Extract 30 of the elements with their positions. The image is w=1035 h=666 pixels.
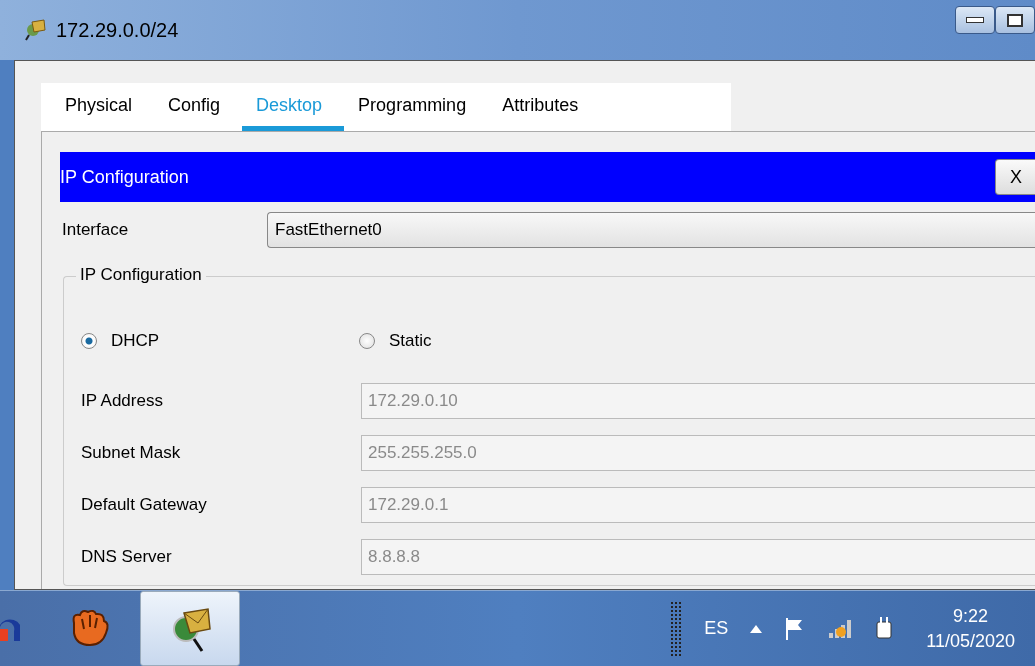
radio-icon[interactable] (359, 333, 375, 349)
group-title: IP Configuration (76, 265, 206, 285)
signal-icon[interactable] (828, 618, 853, 639)
close-button[interactable]: X (995, 159, 1035, 195)
field-label: Subnet Mask (81, 443, 182, 463)
tab[interactable]: Attributes (488, 95, 601, 131)
tab[interactable]: Physical (51, 95, 155, 131)
radio-option[interactable]: Static (359, 331, 637, 351)
language-indicator[interactable]: ES (704, 618, 729, 639)
minimize-button[interactable] (955, 6, 995, 34)
up-arrow-icon[interactable] (750, 624, 763, 633)
taskbar-app-button[interactable] (140, 591, 240, 666)
clock-date: 11/05/2020 (926, 630, 1015, 652)
interface-label: Interface (61, 220, 130, 240)
app-title: IP Configuration (60, 166, 189, 188)
clock-time: 9:22 (953, 605, 989, 627)
envelope-magnifier-icon (24, 18, 48, 42)
field-label: DNS Server (81, 547, 173, 567)
headset-icon (0, 616, 20, 641)
interface-dropdown[interactable]: FastEthernet0 (267, 212, 1035, 248)
tab[interactable]: Config (154, 95, 243, 131)
radio-option[interactable]: DHCP (81, 331, 359, 351)
radio-icon[interactable] (81, 333, 97, 349)
power-plug-icon[interactable] (874, 615, 895, 642)
field-label: IP Address (81, 391, 164, 411)
maximize-button[interactable] (995, 6, 1035, 34)
window-title: 172.29.0.0/24 (56, 18, 179, 42)
tab[interactable]: Programming (344, 95, 489, 131)
field-label: Default Gateway (81, 495, 208, 515)
clock[interactable]: 9:22 11/05/2020 (926, 605, 1015, 652)
